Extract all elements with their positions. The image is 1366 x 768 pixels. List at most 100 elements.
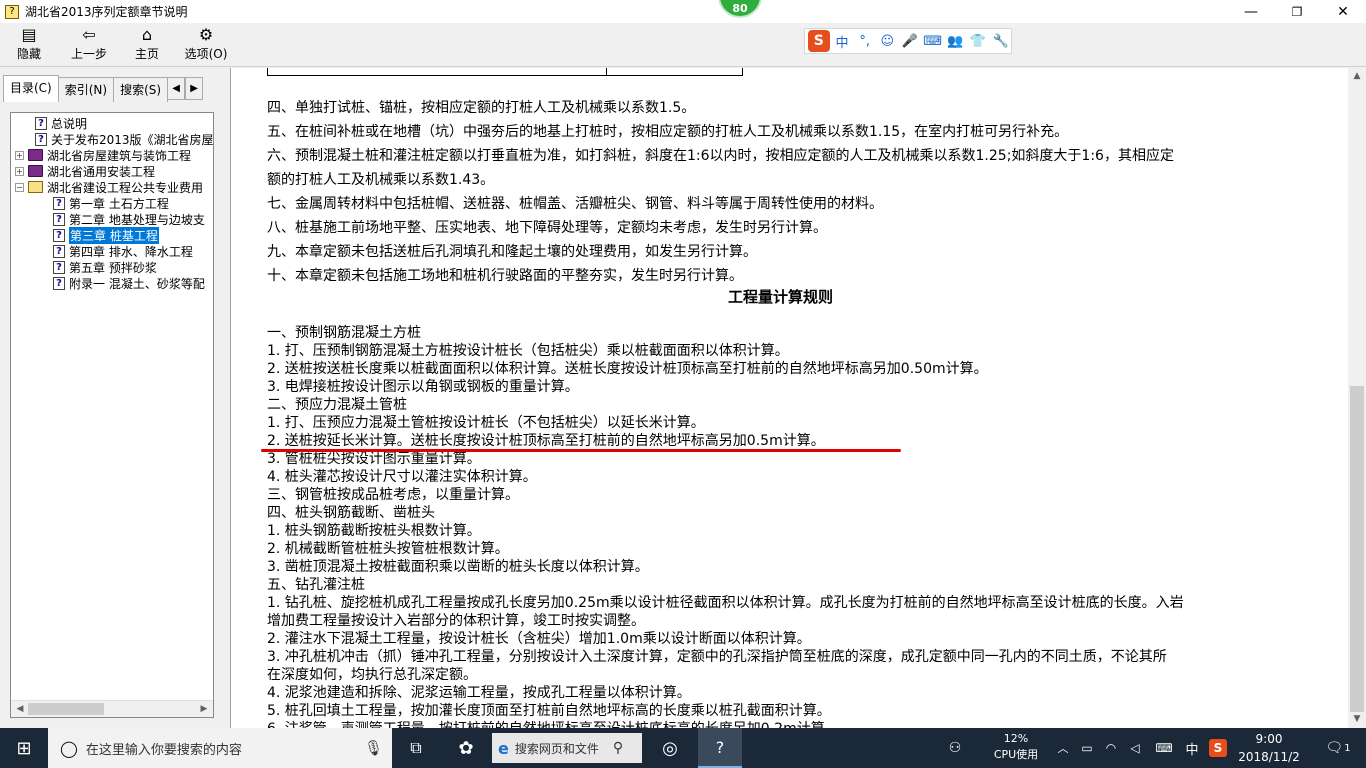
cpu-monitor[interactable]: 12% CPU使用 — [986, 731, 1046, 763]
ime-language[interactable]: 中 — [1180, 728, 1204, 768]
help-page-icon: ? — [35, 132, 47, 146]
rule-line: 五、钻孔灌注桩 — [267, 577, 365, 593]
tree-item-chapter-4[interactable]: ? 第四章 排水、降水工程 — [53, 243, 193, 259]
toolbar: ▤ 隐藏 ⇦ 上一步 ⌂ 主页 ⚙ 选项(O) — [0, 23, 1366, 67]
options-icon: ⚙ — [198, 25, 214, 44]
edge-search-box[interactable]: e 搜索网页和文件 ⚲ — [492, 733, 642, 763]
edge-search-text: 搜索网页和文件 — [514, 741, 599, 756]
tree-item-general[interactable]: ? 总说明 — [35, 115, 87, 131]
content-vertical-scrollbar[interactable]: ▲ ▼ — [1348, 68, 1366, 728]
tree-item-appendix-1[interactable]: ? 附录一 混凝土、砂浆等配 — [53, 275, 205, 291]
tree-item-installation[interactable]: + 湖北省通用安装工程 — [15, 163, 155, 179]
tree-item-chapter-3[interactable]: ? 第三章 桩基工程 — [53, 226, 159, 244]
rule-line: 2. 灌注水下混凝土工程量，按设计桩长（含桩尖）增加1.0m乘以设计断面以体积计… — [267, 631, 811, 647]
windows-start-icon[interactable]: ⊞ — [0, 728, 48, 768]
ime-keyboard-icon[interactable]: ⌨ — [922, 34, 943, 49]
title-bar[interactable]: ? 湖北省2013序列定额章节说明 — ❐ ✕ — [0, 0, 1366, 23]
rule-line: 2. 送桩按延长米计算。送桩长度按设计桩顶标高至打桩前的自然地坪标高另加0.5m… — [267, 433, 825, 449]
tree-horizontal-scrollbar[interactable]: ◀ ▶ — [11, 700, 213, 717]
pinwheel-app-icon[interactable]: ✿ — [446, 728, 486, 768]
browser-app-icon[interactable]: ◎ — [650, 728, 690, 768]
taskbar-search[interactable]: ◯ 在这里输入你要搜索的内容 🎙 — [48, 728, 392, 768]
tree-item-chapter-5[interactable]: ? 第五章 预拌砂浆 — [53, 259, 157, 275]
microphone-icon[interactable]: 🎙 — [364, 739, 383, 757]
book-icon — [28, 149, 43, 161]
notification-center-icon[interactable]: 🗨 1 — [1318, 728, 1358, 768]
rule-line: 1. 钻孔桩、旋挖桩机成孔工程量按成孔长度另加0.25m乘以设计桩径截面积以体积… — [267, 595, 1184, 611]
rule-line: 3. 冲孔桩机冲击（抓）锤冲孔工程量，分别按设计入土深度计算，定额中的孔深指护筒… — [267, 649, 1167, 665]
back-arrow-icon: ⇦ — [82, 25, 96, 44]
home-label: 主页 — [134, 47, 159, 61]
volume-icon[interactable]: ◁ — [1124, 728, 1146, 768]
rule-line: 1. 桩头钢筋截断按桩头根数计算。 — [267, 523, 481, 539]
hide-icon: ▤ — [21, 25, 37, 44]
ime-skin-icon[interactable]: 👕 — [968, 34, 989, 49]
options-button[interactable]: ⚙ 选项(O) — [182, 25, 230, 65]
restore-button[interactable]: ❐ — [1274, 0, 1320, 23]
chevron-up-icon[interactable]: ︿ — [1052, 728, 1074, 768]
ime-emoji-icon[interactable]: ☺ — [877, 34, 898, 49]
help-page-icon: ? — [53, 260, 65, 274]
tree-item-chapter-2[interactable]: ? 第二章 地基处理与边坡支 — [53, 211, 205, 227]
help-app-icon: ? — [5, 4, 19, 19]
wifi-icon[interactable]: ◠ — [1100, 728, 1122, 768]
rule-line: 五、在桩间补桩或在地槽（坑）中强夯后的地基上打桩时，按相应定额的打桩人工及机械乘… — [267, 124, 1069, 140]
tab-search[interactable]: 搜索(S) — [113, 77, 169, 102]
rule-line: 2. 机械截断管桩桩头按管桩根数计算。 — [267, 541, 509, 557]
help-page-icon: ? — [35, 116, 47, 130]
help-page-icon: ? — [53, 244, 65, 258]
ime-chinese-toggle[interactable]: 中 — [832, 32, 853, 51]
help-page-icon: ? — [53, 212, 65, 226]
rule-line: 3. 电焊接桩按设计图示以角钢或钢板的重量计算。 — [267, 379, 579, 395]
back-button[interactable]: ⇦ 上一步 — [64, 25, 114, 65]
task-view-icon[interactable]: ⧉ — [400, 728, 432, 768]
tree-item-building[interactable]: + 湖北省房屋建筑与装饰工程 — [15, 147, 191, 163]
help-app-taskbar-icon[interactable]: ? — [698, 728, 742, 768]
minimize-button[interactable]: — — [1228, 0, 1274, 23]
ime-voice-icon[interactable]: 🎤 — [900, 34, 921, 49]
collapse-icon[interactable]: − — [15, 182, 24, 192]
rule-line: 十、本章定额未包括施工场地和桩机行驶路面的平整夯实，发生时另行计算。 — [267, 268, 743, 284]
rule-line: 一、预制钢筋混凝土方桩 — [267, 325, 421, 341]
rule-line: 1. 打、压预制钢筋混凝土方桩按设计桩长（包括桩尖）乘以桩截面面积以体积计算。 — [267, 343, 789, 359]
rule-line: 六、预制混凝土桩和灌注桩定额以打垂直桩为准，如打斜桩，斜度在1:6以内时，按相应… — [267, 148, 1174, 164]
ime-tools-icon[interactable]: 🔧 — [990, 34, 1011, 49]
home-button[interactable]: ⌂ 主页 — [128, 25, 166, 65]
people-icon[interactable]: ⚇ — [940, 728, 970, 768]
scroll-up-icon[interactable]: ▲ — [1348, 68, 1366, 85]
scroll-down-icon[interactable]: ▼ — [1348, 711, 1366, 728]
tree-item-notice[interactable]: ? 关于发布2013版《湖北省房屋 — [35, 131, 213, 147]
scroll-thumb[interactable] — [28, 703, 104, 715]
sogou-tray-icon[interactable]: S — [1206, 728, 1230, 768]
close-button[interactable]: ✕ — [1320, 0, 1366, 23]
battery-icon[interactable]: ▭ — [1076, 728, 1098, 768]
tab-index[interactable]: 索引(N) — [57, 77, 115, 102]
contents-tree[interactable]: ? 总说明 ? 关于发布2013版《湖北省房屋 + 湖北省房屋建筑与装饰工程 +… — [10, 112, 214, 718]
system-clock[interactable]: 9:00 2018/11/2 — [1232, 730, 1306, 766]
tree-item-chapter-1[interactable]: ? 第一章 土石方工程 — [53, 195, 169, 211]
ime-punctuation-icon[interactable]: °, — [854, 34, 875, 49]
tree-item-public[interactable]: − 湖北省建设工程公共专业费用 — [15, 179, 203, 195]
edge-icon: e — [498, 738, 509, 758]
scroll-left-icon[interactable]: ◀ — [11, 701, 29, 717]
back-label: 上一步 — [70, 47, 107, 61]
search-placeholder: 在这里输入你要搜索的内容 — [85, 742, 242, 758]
sogou-logo-icon[interactable]: S — [808, 30, 830, 52]
scroll-thumb[interactable] — [1350, 386, 1364, 712]
ime-user-icon[interactable]: 👥 — [945, 34, 966, 49]
help-page-icon: ? — [53, 228, 65, 242]
keyboard-icon[interactable]: ⌨ — [1150, 728, 1178, 768]
clock-date: 2018/11/2 — [1238, 750, 1300, 764]
rule-line: 4. 泥浆池建造和拆除、泥浆运输工程量，按成孔工程量以体积计算。 — [267, 685, 691, 701]
tab-scroll-right-icon[interactable]: ▶ — [185, 77, 204, 100]
help-window: ? 湖北省2013序列定额章节说明 — ❐ ✕ 80 ▤ 隐藏 ⇦ 上一步 ⌂ … — [0, 0, 1366, 728]
tab-scroll-left-icon[interactable]: ◀ — [167, 77, 186, 100]
scroll-right-icon[interactable]: ▶ — [195, 701, 213, 717]
expand-icon[interactable]: + — [15, 150, 24, 160]
hide-button[interactable]: ▤ 隐藏 — [10, 25, 48, 65]
navigation-pane: 目录(C) 索引(N) 搜索(S) ◀ ▶ ? 总说明 ? 关于发布2013版《… — [0, 68, 226, 728]
tab-contents[interactable]: 目录(C) — [3, 75, 59, 102]
book-icon — [28, 165, 43, 177]
rule-line: 额的打桩人工及机械乘以系数1.43。 — [267, 172, 495, 188]
expand-icon[interactable]: + — [15, 166, 24, 176]
